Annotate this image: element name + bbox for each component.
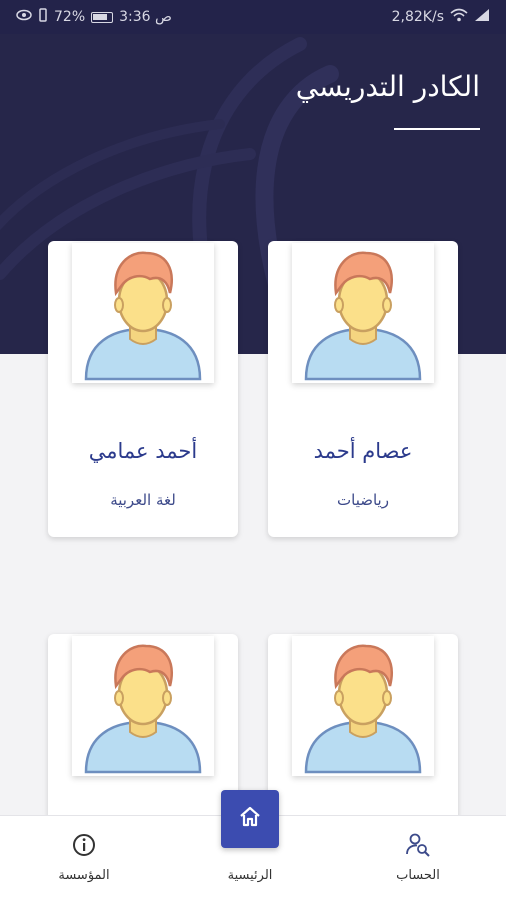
nav-label-home: الرئيسية: [227, 868, 273, 883]
battery-percent: 72%: [54, 9, 86, 25]
status-right: 2,82K/s: [392, 8, 490, 26]
home-button[interactable]: [221, 790, 279, 848]
teacher-name: عصام أحمد: [313, 439, 413, 463]
vibrate-icon: [38, 8, 48, 26]
status-time: 3:36 ص: [119, 9, 172, 25]
user-search-icon: [405, 832, 431, 858]
title-underline: [394, 128, 480, 130]
teacher-subject: لغة العربية: [110, 491, 176, 509]
status-left: 72% 3:36 ص: [16, 8, 172, 26]
nav-label-institution: المؤسسة: [58, 868, 110, 883]
person-icon: [304, 251, 422, 381]
nav-item-institution[interactable]: المؤسسة: [24, 816, 144, 900]
teacher-card[interactable]: أحمد عمامي لغة العربية: [48, 241, 238, 537]
home-icon: [238, 805, 262, 833]
teacher-name: أحمد عمامي: [88, 439, 198, 463]
nav-item-account[interactable]: الحساب: [358, 816, 478, 900]
teacher-avatar: [292, 243, 434, 383]
teacher-avatar: [72, 243, 214, 383]
teacher-subject: رياضيات: [337, 491, 389, 509]
status-bar: 72% 3:36 ص 2,82K/s: [0, 0, 506, 34]
signal-icon: [474, 8, 490, 26]
person-icon: [84, 644, 202, 774]
person-icon: [304, 644, 422, 774]
person-icon: [84, 251, 202, 381]
nav-label-account: الحساب: [396, 868, 440, 883]
teacher-avatar: [72, 636, 214, 776]
network-speed: 2,82K/s: [391, 9, 444, 25]
info-icon: [71, 832, 97, 858]
wifi-icon: [450, 8, 468, 26]
battery-icon: [91, 11, 114, 23]
teacher-avatar: [292, 636, 434, 776]
teacher-card[interactable]: عصام أحمد رياضيات: [268, 241, 458, 537]
page-title: الكادر التدريسي: [295, 70, 480, 103]
eye-icon: [16, 9, 32, 25]
